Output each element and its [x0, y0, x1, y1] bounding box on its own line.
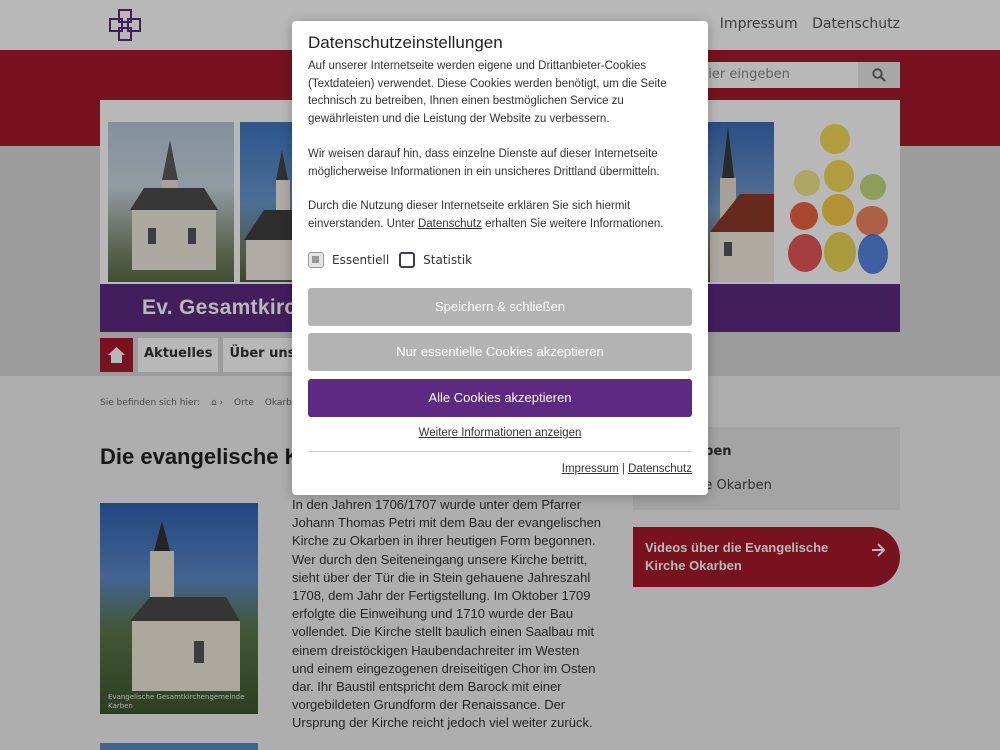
cookie-categories: Essentiell Statistik: [308, 252, 482, 268]
accept-all-button[interactable]: Alle Cookies akzeptieren: [308, 379, 692, 417]
essential-label: Essentiell: [332, 253, 390, 267]
dialog-footer-links: Impressum | Datenschutz: [562, 463, 692, 475]
dialog-title: Datenschutzeinstellungen: [308, 33, 503, 52]
stats-checkbox-group[interactable]: Statistik: [399, 252, 472, 268]
accept-essential-button[interactable]: Nur essentielle Cookies akzeptieren: [308, 333, 692, 371]
stats-checkbox[interactable]: [399, 252, 416, 268]
impressum-footer-link[interactable]: Impressum: [562, 463, 619, 475]
footer-separator: |: [621, 463, 625, 475]
stats-label: Statistik: [423, 253, 473, 267]
divider: [308, 451, 692, 452]
datenschutz-inline-link[interactable]: Datenschutz: [418, 218, 482, 230]
save-close-button[interactable]: Speichern & schließen: [308, 288, 692, 326]
consent-text-end: erhalten Sie weitere Informationen.: [481, 217, 664, 230]
essential-checkbox-group: Essentiell: [308, 252, 389, 268]
datenschutz-footer-link[interactable]: Datenschutz: [628, 463, 692, 475]
cookie-info-paragraph: Auf unserer Internetseite werden eigene …: [308, 60, 667, 125]
more-info-link[interactable]: Weitere Informationen anzeigen: [292, 427, 708, 439]
cookie-consent-dialog: Datenschutzeinstellungen Auf unserer Int…: [292, 21, 708, 495]
cookie-consent-paragraph: Durch die Nutzung dieser Internetseite e…: [308, 198, 692, 233]
essential-checkbox: [308, 252, 324, 268]
cookie-thirdcountry-paragraph: Wir weisen darauf hin, dass einzelne Die…: [308, 148, 660, 178]
